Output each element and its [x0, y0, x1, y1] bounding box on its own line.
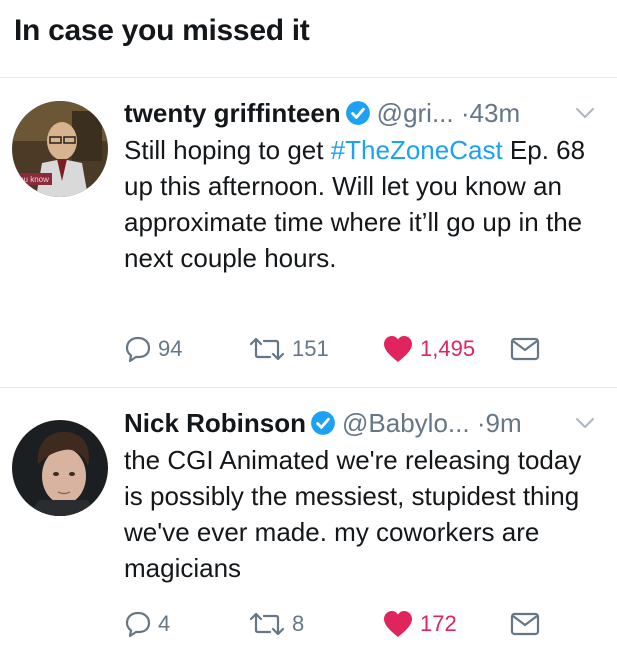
- retweet-icon: [249, 337, 285, 361]
- tweet-text: the CGI Animated we're releasing today i…: [124, 445, 582, 583]
- tweet-text-part: Still hoping to get: [124, 135, 331, 165]
- retweet-button[interactable]: 8: [248, 606, 304, 642]
- retweet-icon: [249, 612, 285, 636]
- verified-badge-icon: [345, 101, 370, 125]
- like-button[interactable]: 172: [382, 606, 457, 642]
- heart-icon: [384, 336, 412, 362]
- retweet-count: 151: [292, 336, 329, 361]
- tweet-header: twenty griffinteen @gri... ·43m: [124, 96, 607, 130]
- separator-dot: ·: [460, 98, 470, 128]
- timestamp[interactable]: 9m: [485, 408, 521, 438]
- direct-message-button[interactable]: [510, 606, 540, 642]
- tweet-actions: 4 8 172: [124, 606, 617, 642]
- reply-button[interactable]: 94: [124, 331, 182, 367]
- reply-icon: [125, 611, 151, 638]
- retweet-count: 8: [292, 611, 305, 636]
- tweet[interactable]: you know twenty griffinteen @gri... ·43m …: [0, 79, 617, 388]
- avatar[interactable]: [12, 420, 108, 516]
- reply-count: 94: [158, 336, 183, 361]
- like-button[interactable]: 1,495: [382, 331, 475, 367]
- hashtag-link[interactable]: #TheZoneCast: [331, 135, 503, 165]
- section-header: In case you missed it: [0, 0, 617, 78]
- like-count: 1,495: [420, 336, 476, 361]
- tweet-actions: 94 151 1,495: [124, 331, 617, 367]
- avatar-caption: you know: [15, 175, 49, 184]
- display-name[interactable]: Nick Robinson: [124, 408, 306, 438]
- reply-icon: [125, 336, 151, 363]
- section-title: In case you missed it: [14, 14, 310, 47]
- tweet-header: Nick Robinson @Babylo... ·9m: [124, 406, 607, 440]
- tweet-text: Still hoping to get #TheZoneCast Ep. 68 …: [124, 132, 607, 276]
- reply-button[interactable]: 4: [124, 606, 170, 642]
- envelope-icon: [510, 337, 540, 361]
- display-name[interactable]: twenty griffinteen: [124, 98, 341, 128]
- reply-count: 4: [158, 611, 171, 636]
- verified-badge-icon: [311, 411, 335, 435]
- direct-message-button[interactable]: [510, 331, 540, 367]
- handle[interactable]: @Babylo...: [342, 408, 470, 438]
- chevron-down-icon[interactable]: [573, 406, 597, 440]
- tweet-content: twenty griffinteen @gri... ·43m Still hop…: [124, 96, 607, 276]
- handle[interactable]: @gri...: [377, 98, 454, 128]
- timestamp[interactable]: 43m: [470, 98, 521, 128]
- heart-icon: [384, 611, 412, 637]
- retweet-button[interactable]: 151: [248, 331, 329, 367]
- tweet-content: Nick Robinson @Babylo... ·9m the CGI Anim…: [124, 406, 607, 586]
- envelope-icon: [510, 612, 540, 636]
- tweet[interactable]: Nick Robinson @Babylo... ·9m the CGI Anim…: [0, 388, 617, 650]
- chevron-down-icon[interactable]: [573, 96, 597, 130]
- like-count: 172: [420, 611, 457, 636]
- avatar[interactable]: you know: [12, 101, 108, 197]
